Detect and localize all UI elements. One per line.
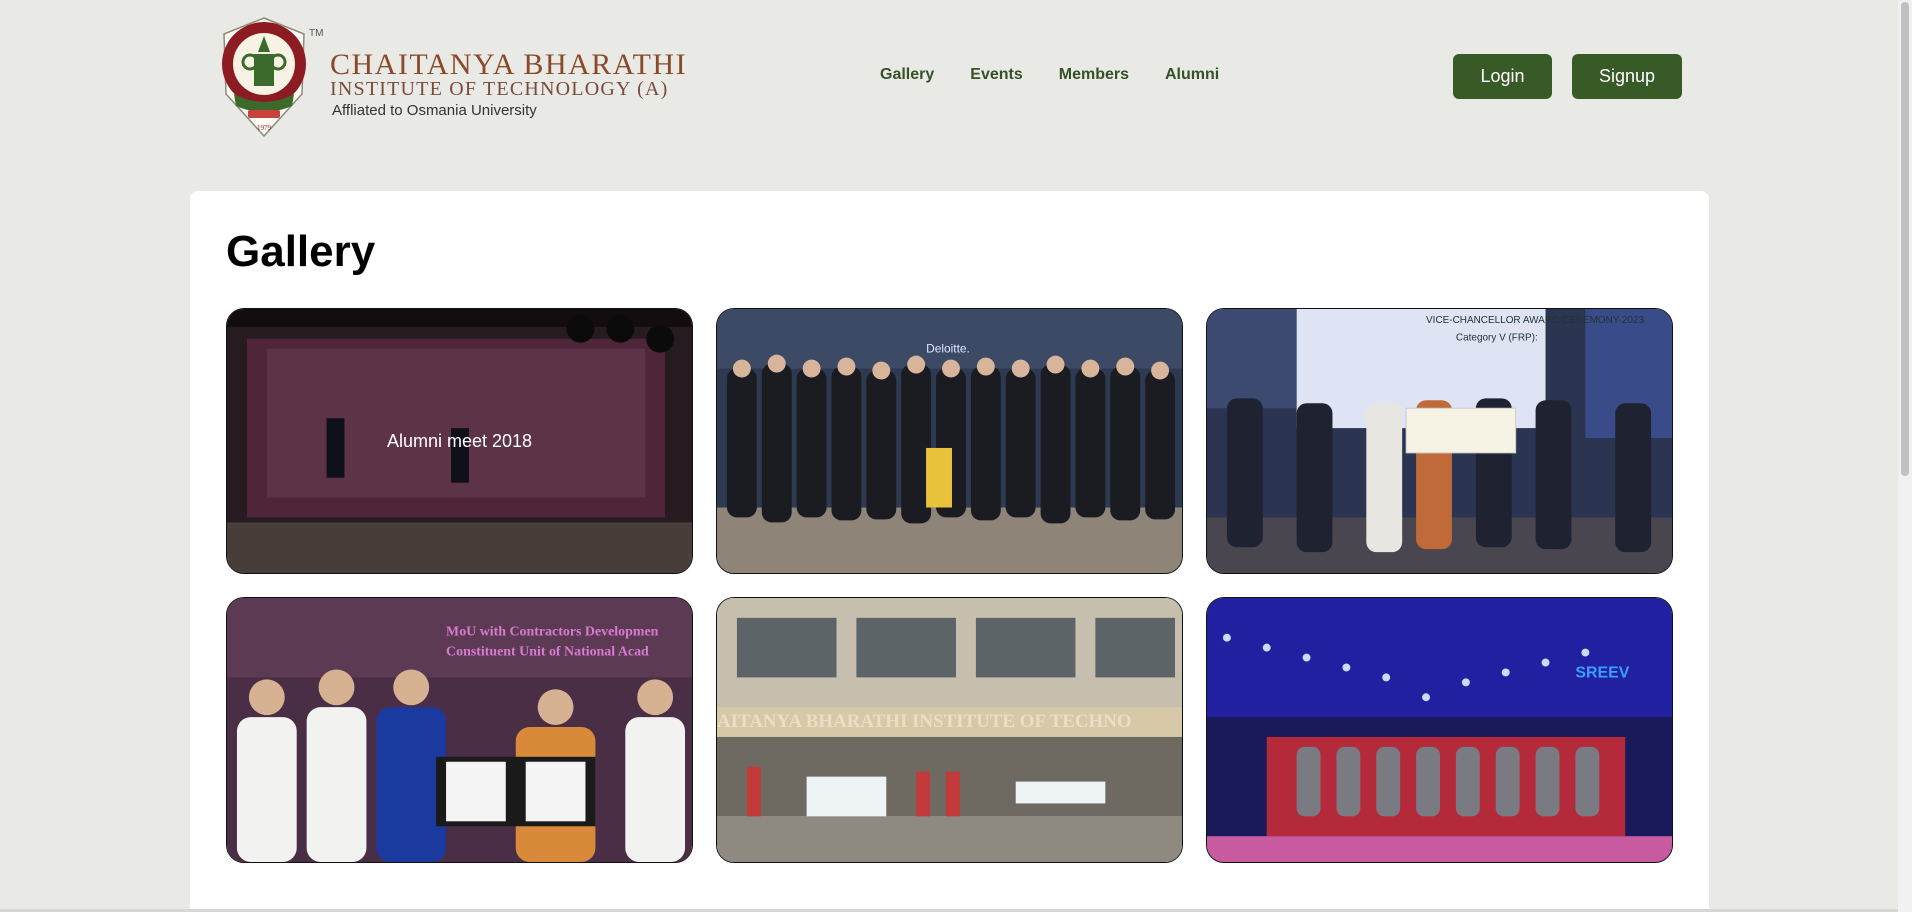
nav-link-members[interactable]: Members (1059, 66, 1129, 84)
svg-text:1979: 1979 (257, 124, 272, 132)
svg-text:MoU with Contractors Developme: MoU with Contractors Developmen (446, 625, 659, 640)
gallery-grid: Alumni meet 2018 Deloitte. VICE-CHANCELL… (226, 308, 1673, 863)
nav-link-gallery[interactable]: Gallery (880, 66, 934, 84)
logo-affiliation: Affliated to Osmania University (332, 102, 537, 119)
gallery-tile[interactable]: VICE-CHANCELLOR AWARD CEREMONY-2023 Cate… (1206, 308, 1673, 574)
logo-title-line2: INSTITUTE OF TECHNOLOGY (A) (330, 78, 669, 100)
award-ceremony-photo: VICE-CHANCELLOR AWARD CEREMONY-2023 Cate… (1207, 309, 1672, 573)
page-title: Gallery (226, 227, 376, 276)
gallery-tile[interactable]: SREEV (1206, 597, 1673, 863)
campus-building-group-photo: AITANYA BHARATHI INSTITUTE OF TECHNO (717, 598, 1182, 862)
gallery-card: Gallery Alumni meet 2018 Deloitte. VICE-… (190, 191, 1709, 912)
svg-text:VICE-CHANCELLOR AWARD CEREMONY: VICE-CHANCELLOR AWARD CEREMONY-2023 (1426, 315, 1644, 326)
institution-logo[interactable]: 1979 TM CHAITANYA BHARATHI INSTITUTE OF … (214, 14, 686, 140)
logo-title-line1: CHAITANYA BHARATHI (330, 48, 688, 81)
gallery-tile[interactable]: Alumni meet 2018 (226, 308, 693, 574)
main-nav: Gallery Events Members Alumni (880, 66, 1255, 84)
institution-seal-icon: 1979 (222, 17, 306, 138)
gallery-tile[interactable]: MoU with Contractors Developmen Constitu… (226, 597, 693, 863)
nav-link-events[interactable]: Events (970, 66, 1022, 84)
page-scrollbar[interactable] (1898, 0, 1912, 912)
stage-performance-photo: SREEV (1207, 598, 1672, 862)
nav-link-alumni[interactable]: Alumni (1165, 66, 1219, 84)
gallery-tile[interactable]: AITANYA BHARATHI INSTITUTE OF TECHNO (716, 597, 1183, 863)
svg-text:Category V (FRP):: Category V (FRP): (1456, 333, 1538, 344)
gallery-tile[interactable]: Deloitte. (716, 308, 1183, 574)
svg-text:SREEV: SREEV (1575, 664, 1629, 681)
login-button[interactable]: Login (1453, 54, 1552, 99)
deloitte-group-photo: Deloitte. (717, 309, 1182, 573)
mou-signing-photo: MoU with Contractors Developmen Constitu… (227, 598, 692, 862)
scrollbar-thumb[interactable] (1901, 2, 1909, 476)
site-header: 1979 TM CHAITANYA BHARATHI INSTITUTE OF … (0, 0, 1898, 160)
svg-text:Deloitte.: Deloitte. (926, 342, 970, 356)
signup-button[interactable]: Signup (1572, 54, 1682, 99)
svg-text:Constituent Unit of National A: Constituent Unit of National Acad (446, 645, 649, 660)
trademark-mark: TM (309, 28, 324, 39)
svg-text:AITANYA BHARATHI INSTITUTE OF: AITANYA BHARATHI INSTITUTE OF TECHNO (717, 711, 1132, 732)
tile-caption: Alumni meet 2018 (386, 430, 533, 451)
